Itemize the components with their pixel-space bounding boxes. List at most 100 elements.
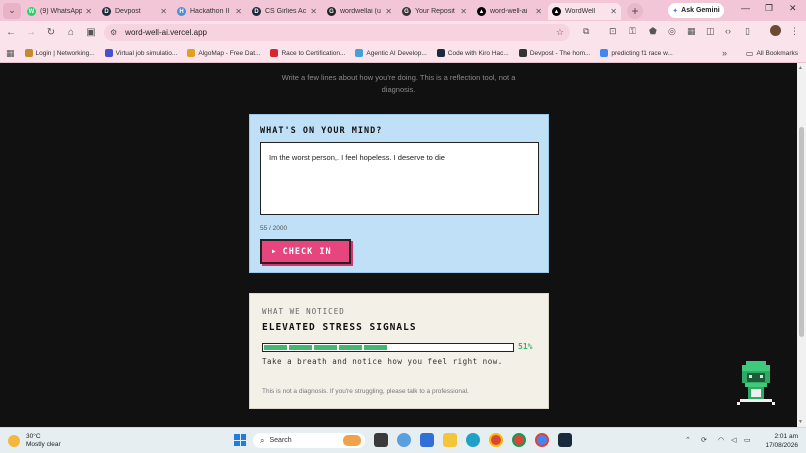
tab-title: Devpost	[115, 8, 141, 15]
check-in-button[interactable]: ▶ CHECK IN	[260, 239, 351, 264]
address-bar[interactable]: ⚙ word-well-ai.vercel.app ☆	[104, 24, 570, 41]
system-clock[interactable]: 2:01 am 17/08/2026	[760, 432, 798, 450]
tab-close-icon[interactable]: ✕	[235, 7, 242, 16]
bookmark-item[interactable]: Race to Certification...	[270, 49, 345, 57]
intro-text: Write a few lines about how you're doing…	[0, 72, 797, 96]
tab-close-icon[interactable]: ✕	[460, 7, 467, 16]
tab-0[interactable]: W (9) WhatsApp ✕	[23, 3, 96, 20]
tab-close-icon[interactable]: ✕	[385, 7, 392, 16]
reload-icon[interactable]: ↻	[42, 27, 60, 38]
reflection-textarea[interactable]: Im the worst person,. I feel hopeless. I…	[260, 142, 539, 215]
file-explorer-icon[interactable]	[443, 433, 457, 447]
meter-segment	[339, 345, 362, 350]
volume-icon[interactable]: ◁	[731, 436, 736, 444]
tab-list: W (9) WhatsApp ✕ D Devpost ✕ H Hackathon II ✕ D CS…	[21, 1, 621, 20]
tab-title: WordWell	[565, 8, 596, 15]
page-scrollbar[interactable]: ▲ ▼	[797, 63, 806, 427]
bookmark-item[interactable]: predicting f1 race w...	[600, 49, 673, 57]
all-bookmarks-label: All Bookmarks	[756, 49, 798, 57]
tab-5[interactable]: G Your Reposit ✕	[398, 3, 471, 20]
bookmark-item[interactable]: Agentic AI Develop...	[355, 49, 427, 57]
tray-chevron-icon[interactable]: ⌃	[685, 436, 691, 444]
bookmark-item[interactable]: Login | Networking...	[24, 49, 95, 57]
tab-3[interactable]: D CS Girlies Ac ✕	[248, 3, 321, 20]
battery-icon[interactable]: ▭	[744, 436, 751, 444]
scroll-down-icon[interactable]: ▼	[798, 419, 803, 425]
back-icon[interactable]: ←	[2, 27, 20, 38]
intro-line-2: diagnosis.	[381, 85, 416, 94]
weather-widget[interactable]: 30°C Mostly clear	[8, 433, 61, 449]
tab-search-button[interactable]: ⌄	[3, 2, 21, 19]
menu-dots-icon[interactable]: ⋮	[790, 26, 799, 37]
bookmark-star-icon[interactable]: ☆	[556, 27, 564, 38]
bookmark-item[interactable]: Virtual job simulatio...	[104, 49, 178, 57]
tab-favicon-icon: W	[27, 7, 36, 16]
apps-grid-icon[interactable]: ▦	[6, 48, 15, 59]
tab-close-icon[interactable]: ✕	[310, 7, 317, 16]
tab-close-icon[interactable]: ✕	[610, 7, 617, 16]
restore-icon[interactable]: ❐	[765, 3, 773, 14]
bookmark-label: Race to Certification...	[281, 49, 346, 57]
search-highlight-icon	[343, 435, 361, 446]
avatar[interactable]	[770, 25, 781, 36]
more-bookmarks-icon[interactable]: »	[722, 48, 727, 58]
chrome-profile-icon[interactable]	[512, 433, 526, 447]
tab-favicon-icon: G	[402, 7, 411, 16]
taskbar-search[interactable]: ⌕ Search	[253, 433, 365, 448]
side-panel-icon[interactable]: ▣	[82, 27, 100, 38]
tab-title: (9) WhatsApp	[40, 8, 83, 15]
copilot-icon[interactable]	[397, 433, 411, 447]
scroll-up-icon[interactable]: ▲	[798, 65, 803, 71]
panel-icon[interactable]: ▯	[745, 26, 750, 37]
scroll-thumb[interactable]	[799, 127, 804, 337]
bookmark-item[interactable]: AlgoMap - Free Dat...	[187, 49, 260, 57]
chrome-alt-icon[interactable]	[535, 433, 549, 447]
windows-start-icon[interactable]	[234, 434, 246, 446]
tray-sync-icon[interactable]: ⟳	[701, 436, 707, 444]
character-counter: 55 / 2000	[260, 225, 288, 232]
home-icon[interactable]: ⌂	[62, 27, 80, 38]
task-view-icon[interactable]	[374, 433, 388, 447]
vercel-app-icon[interactable]	[558, 433, 572, 447]
weather-temperature: 30°C	[26, 433, 41, 440]
tab-favicon-icon: D	[252, 7, 261, 16]
bookmark-favicon-icon	[355, 49, 364, 57]
wifi-icon[interactable]: ◠	[718, 436, 724, 444]
bookmark-label: Virtual job simulatio...	[115, 49, 178, 57]
bookmark-item[interactable]: Devpost - The hom...	[518, 49, 590, 57]
tab-2[interactable]: H Hackathon II ✕	[173, 3, 246, 20]
apps-icon[interactable]: ▦	[687, 26, 696, 37]
new-tab-button[interactable]: +	[627, 2, 643, 19]
chrome-icon[interactable]	[489, 433, 503, 447]
outlook-icon[interactable]	[420, 433, 434, 447]
tab-1[interactable]: D Devpost ✕	[98, 3, 171, 20]
shield-icon[interactable]: ⬟	[649, 26, 657, 37]
tab-6[interactable]: ▲ word-well-ai ✕	[473, 3, 546, 20]
tab-close-icon[interactable]: ✕	[160, 7, 167, 16]
window-icon[interactable]: ◫	[706, 26, 715, 37]
tab-4[interactable]: Gwordwellai (u ✕	[323, 3, 396, 20]
chevron-down-icon: ⌄	[8, 5, 16, 15]
edge-icon[interactable]	[466, 433, 480, 447]
profile-switch-icon[interactable]: ◎	[668, 26, 676, 37]
extension-icon[interactable]: ⧉	[583, 26, 589, 37]
bookmark-label: AlgoMap - Free Dat...	[198, 49, 261, 57]
url-text: word-well-ai.vercel.app	[125, 28, 207, 37]
close-window-icon[interactable]: ✕	[789, 3, 797, 14]
tab-close-icon[interactable]: ✕	[535, 7, 542, 16]
tab-7[interactable]: ▲ WordWell ✕	[548, 3, 621, 20]
forward-icon[interactable]: →	[22, 27, 40, 38]
weather-sun-icon	[8, 435, 20, 447]
save-icon[interactable]: ⊡	[609, 26, 617, 37]
tab-close-icon[interactable]: ✕	[85, 7, 92, 16]
bookmark-favicon-icon	[270, 49, 279, 57]
site-info-icon[interactable]: ⚙	[110, 28, 117, 37]
key-icon[interactable]: ⚿	[629, 26, 636, 37]
all-bookmarks-button[interactable]: ▭ All Bookmarks	[746, 49, 798, 58]
clock-date: 17/08/2026	[765, 442, 798, 449]
code-icon[interactable]: ‹›	[725, 26, 731, 36]
ask-gemini-button[interactable]: ✦ Ask Gemini	[668, 3, 724, 18]
windows-taskbar: 30°C Mostly clear ⌕ Search ⌃ ⟳ ◠ ◁ ▭ 2:0…	[0, 427, 806, 453]
bookmark-item[interactable]: Code with Kiro Hac...	[436, 49, 509, 57]
minimize-icon[interactable]: —	[741, 3, 750, 13]
